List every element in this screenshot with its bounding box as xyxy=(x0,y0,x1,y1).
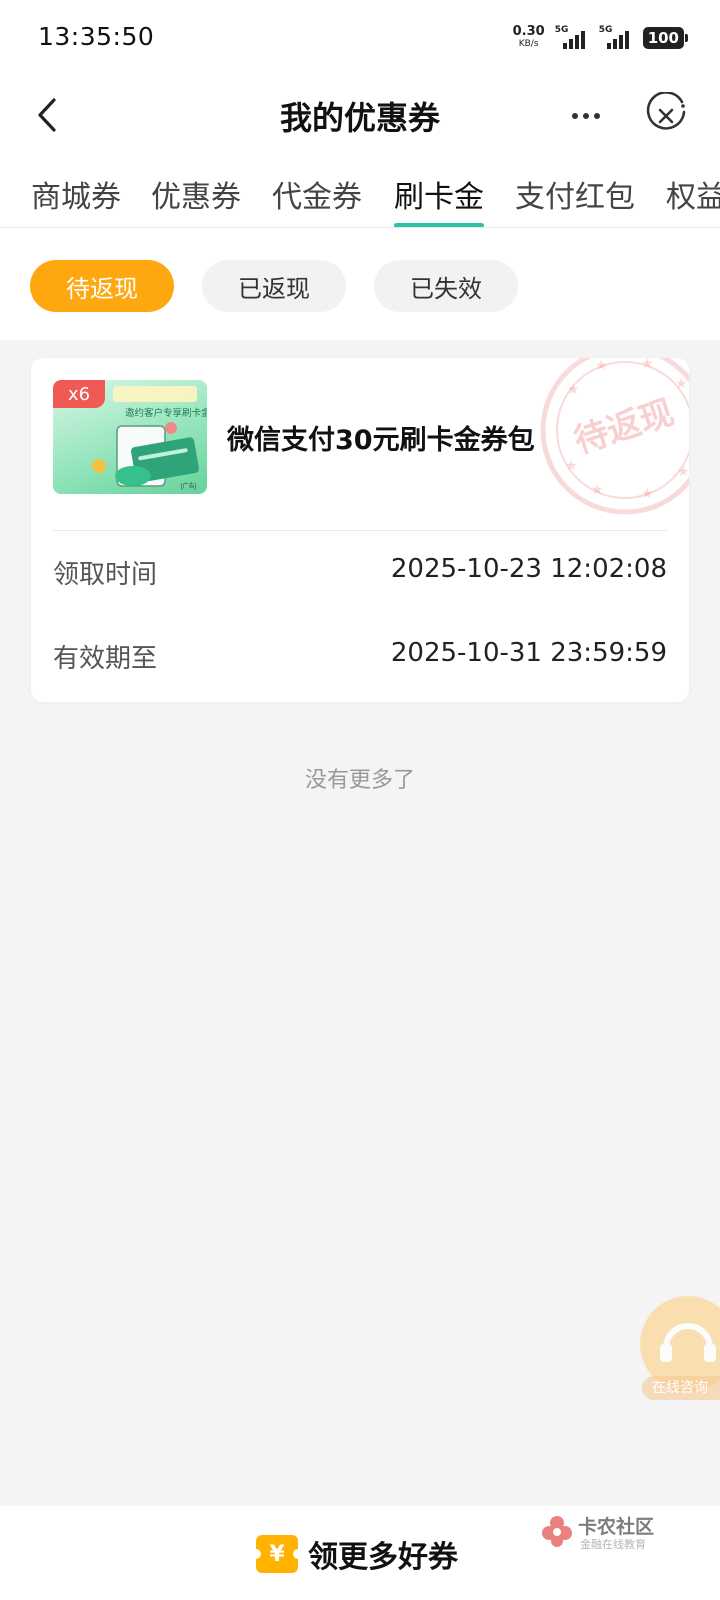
card-divider xyxy=(53,530,667,531)
stamp-text: 待返现 xyxy=(570,393,679,461)
battery-icon: 100 xyxy=(642,27,689,49)
signal-icon-sim2: 5G xyxy=(599,25,633,51)
online-consult-label: 在线咨询 xyxy=(642,1376,720,1400)
filter-pending-cashback[interactable]: 待返现 xyxy=(30,260,174,312)
network-speed: 0.30 KB/s xyxy=(512,24,545,50)
claim-time-label: 领取时间 xyxy=(53,560,158,590)
get-more-coupons-label: 领更多好券 xyxy=(308,1540,458,1575)
svg-text:★: ★ xyxy=(641,358,654,372)
watermark-title: 卡农社区 xyxy=(578,1516,655,1538)
more-dots-icon xyxy=(572,113,578,119)
more-button[interactable] xyxy=(566,96,606,136)
network-speed-value: 0.30 xyxy=(512,24,545,39)
svg-text:★: ★ xyxy=(641,486,654,502)
watermark-subtitle: 金融在线教育 xyxy=(580,1538,646,1551)
list-end-text: 没有更多了 xyxy=(304,768,415,793)
tab-payment-redpacket[interactable]: 支付红包 xyxy=(515,172,635,227)
signal-icon-sim1: 5G xyxy=(555,25,589,51)
status-time: 13:35:50 xyxy=(38,22,155,51)
svg-text:邀约客户专享刷卡金券包: 邀约客户专享刷卡金券包 xyxy=(125,407,207,419)
tab-voucher[interactable]: 代金券 xyxy=(272,172,362,227)
claim-time-row: 领取时间 2025-10-23 12:02:08 xyxy=(53,554,667,590)
status-filters: 待返现 已返现 已失效 xyxy=(0,260,720,312)
claim-time-value: 2025-10-23 12:02:08 xyxy=(390,554,667,584)
svg-text:★: ★ xyxy=(677,464,689,480)
svg-text:★: ★ xyxy=(567,382,580,398)
status-indicators: 0.30 KB/s 5G 5G 100 xyxy=(512,24,689,52)
watermark-flower-icon xyxy=(542,1516,572,1547)
bottom-bar: ¥ 领更多好券 卡农社区 金融在线教育 xyxy=(0,1506,720,1600)
back-button[interactable] xyxy=(26,90,76,140)
watermark-logo: 卡农社区 金融在线教育 xyxy=(540,1512,680,1552)
quantity-badge: x6 xyxy=(53,380,105,408)
online-consult-button[interactable]: 在线咨询 xyxy=(640,1296,720,1406)
chevron-left-icon xyxy=(38,98,56,132)
get-more-coupons-button[interactable]: ¥ 领更多好券 xyxy=(251,1532,458,1576)
close-circle-icon xyxy=(646,91,686,130)
coupon-thumbnail: 邀约客户专享刷卡金券包 [广告] x6 xyxy=(53,380,207,494)
svg-text:★: ★ xyxy=(675,376,688,392)
valid-until-value: 2025-10-31 23:59:59 xyxy=(390,638,667,668)
network-speed-unit: KB/s xyxy=(518,39,539,49)
category-tabs: 商城券 优惠券 代金券 刷卡金 支付红包 权益 xyxy=(0,166,720,228)
tab-card-cashback[interactable]: 刷卡金 xyxy=(394,172,484,227)
tab-discount-coupon[interactable]: 优惠券 xyxy=(151,172,241,227)
pending-cashback-stamp: ★ ★ ★ ★ ★ ★ ★ ★ 待返现 xyxy=(540,358,689,515)
close-button[interactable] xyxy=(642,91,690,140)
page-title: 我的优惠券 xyxy=(279,99,440,137)
svg-text:★: ★ xyxy=(591,482,604,498)
svg-text:★: ★ xyxy=(595,358,608,374)
coupon-yen-icon: ¥ xyxy=(251,1535,303,1573)
filter-cashed-back[interactable]: 已返现 xyxy=(202,260,346,312)
valid-until-row: 有效期至 2025-10-31 23:59:59 xyxy=(53,638,667,674)
filter-expired[interactable]: 已失效 xyxy=(374,260,518,312)
coupon-card[interactable]: ★ ★ ★ ★ ★ ★ ★ ★ 待返现 邀约客户专享刷卡金券包 [广告] x6 微信支付3… xyxy=(31,358,689,702)
svg-text:★: ★ xyxy=(565,458,578,474)
tab-mall-coupon[interactable]: 商城券 xyxy=(31,172,121,227)
svg-text:[广告]: [广告] xyxy=(181,482,197,490)
status-bar: 13:35:50 0.30 KB/s 5G 5G 100 xyxy=(0,0,720,76)
tab-benefits[interactable]: 权益 xyxy=(666,172,720,227)
valid-until-label: 有效期至 xyxy=(53,644,158,674)
coupon-title: 微信支付30元刷卡金券包 xyxy=(227,425,535,454)
nav-bar: 我的优惠券 xyxy=(0,76,720,156)
